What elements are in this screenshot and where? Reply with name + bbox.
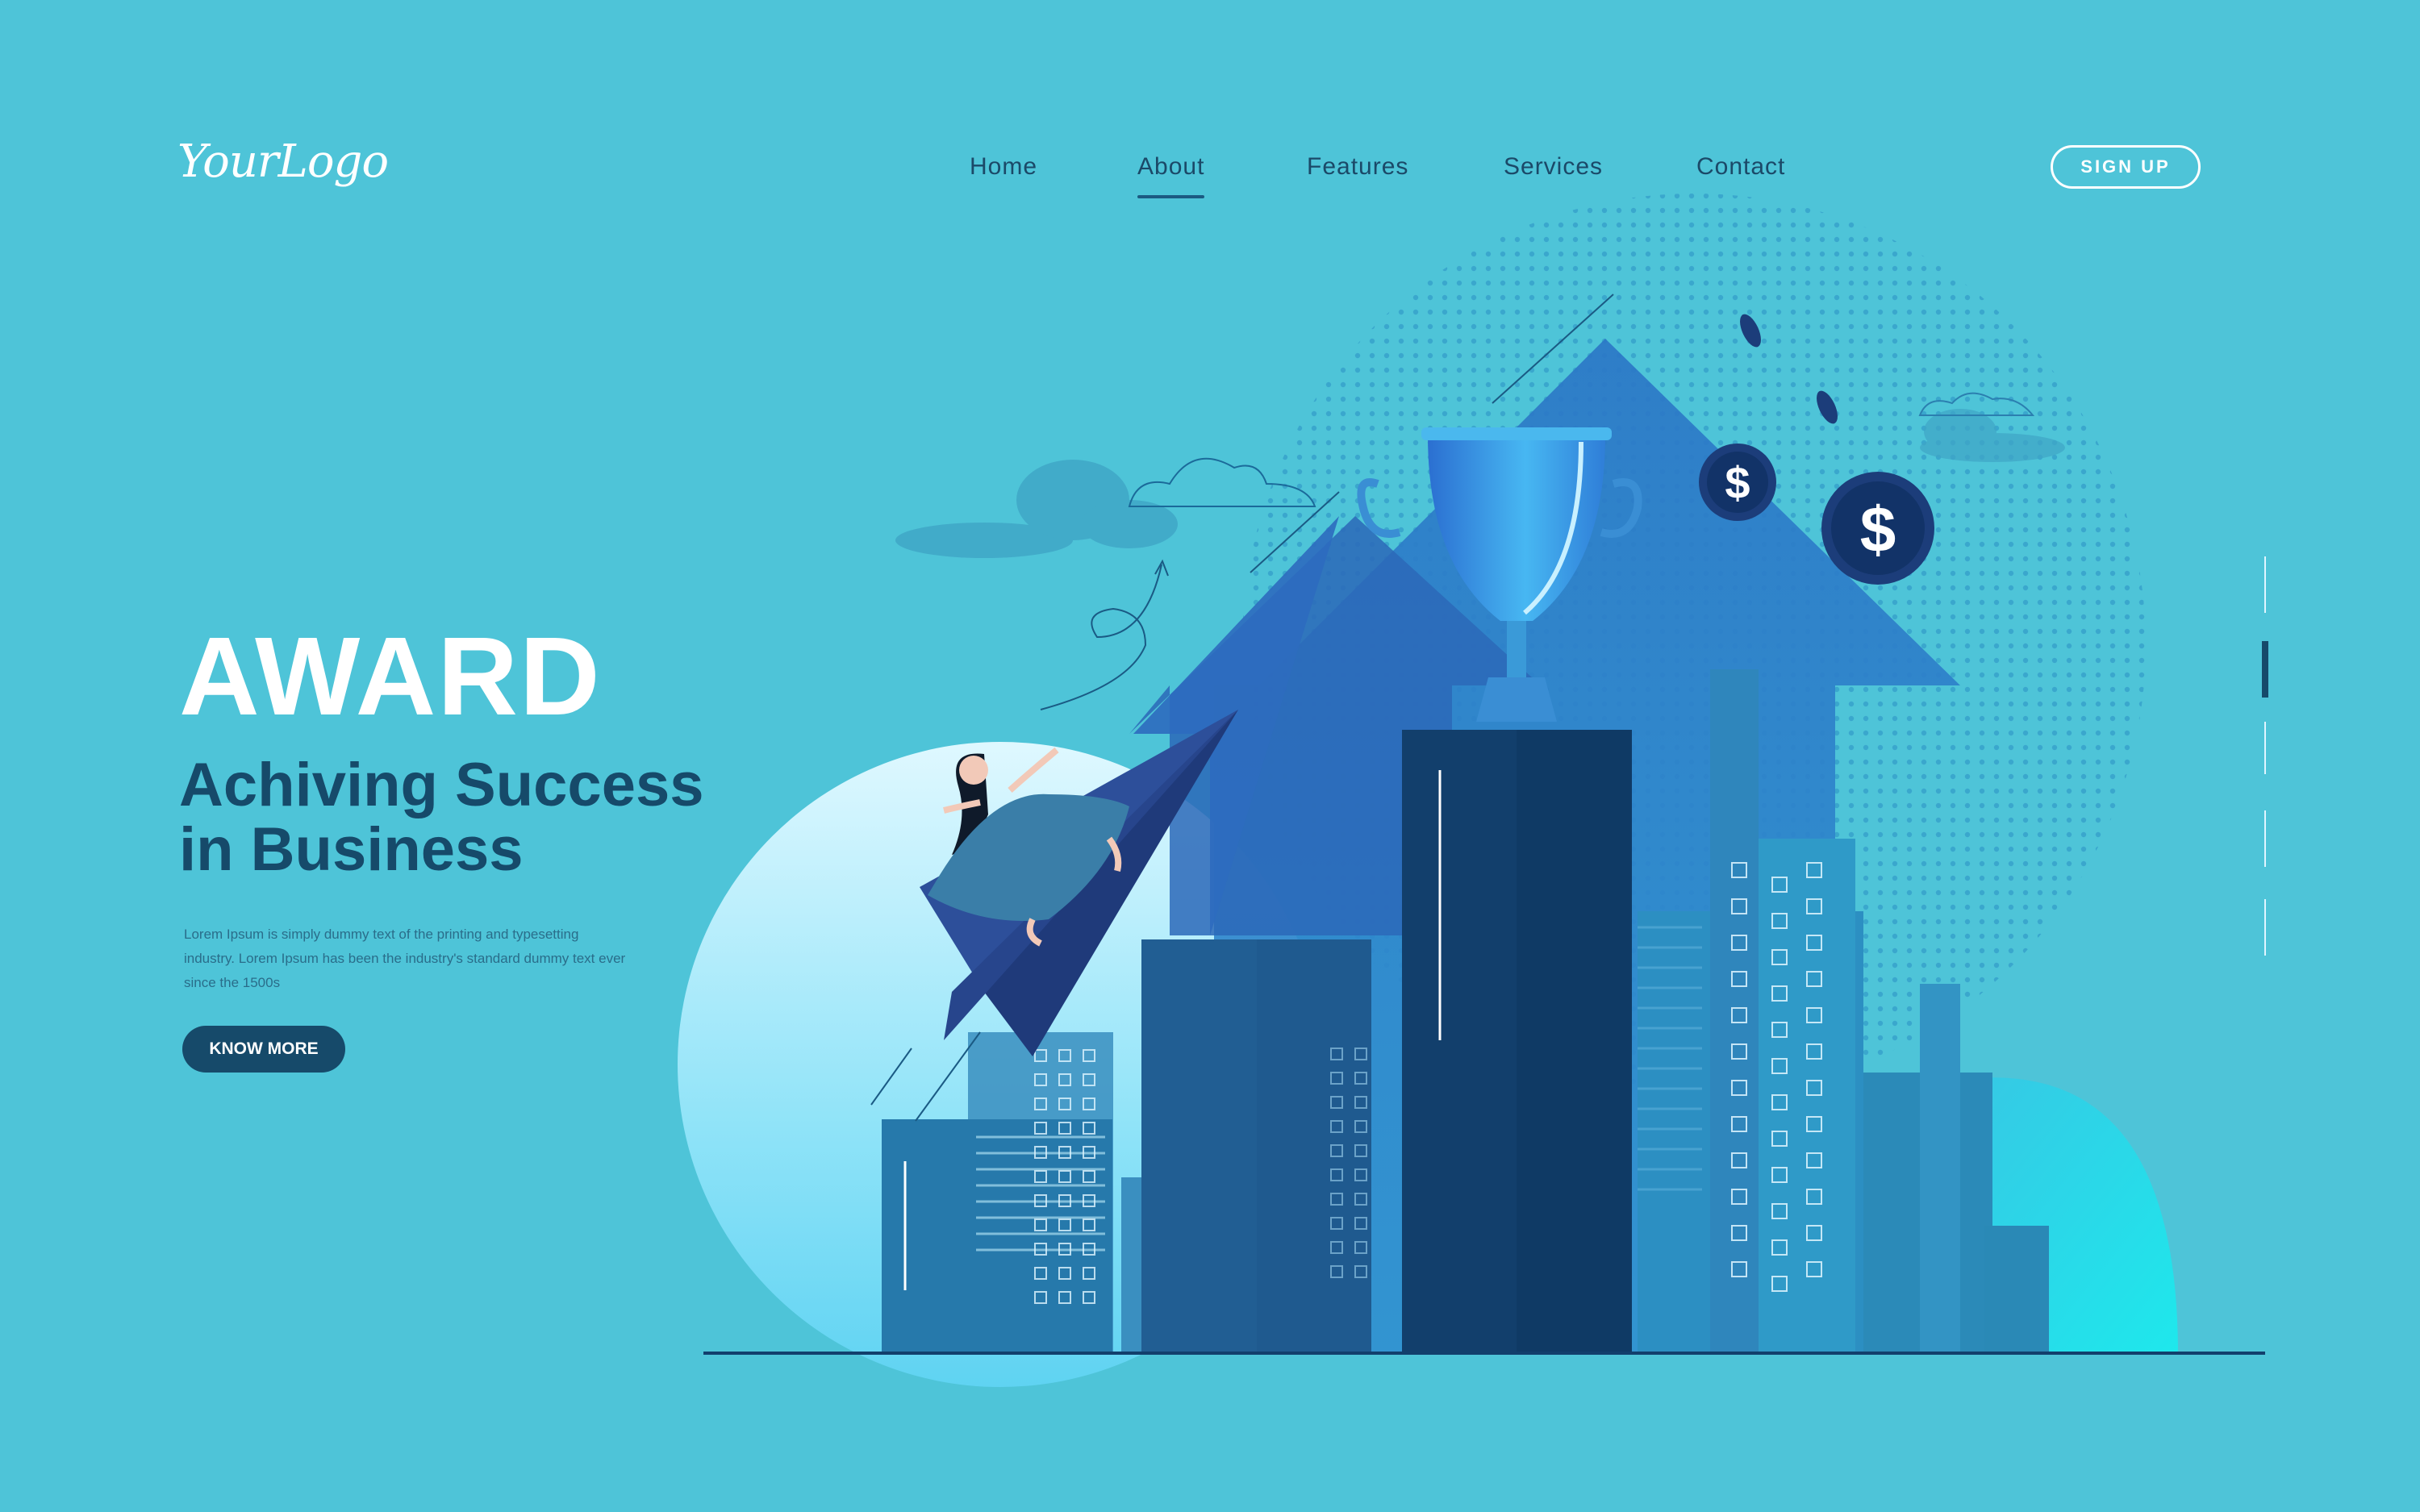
hero-body-text: Lorem Ipsum is simply dummy text of the … (184, 923, 652, 995)
svg-text:$: $ (1860, 494, 1896, 565)
hero-subtitle-line2: in Business (179, 815, 524, 884)
dollar-coin-icon: $ (1699, 444, 1776, 521)
hero-body-line1: Lorem Ipsum is simply dummy text of the … (184, 927, 579, 942)
hero-subtitle: Achiving Success in Business (179, 753, 776, 882)
dollar-coin-icon: $ (1821, 472, 1934, 585)
hero-body-line3: since the 1500s (184, 975, 281, 990)
svg-text:$: $ (1725, 457, 1750, 508)
know-more-button[interactable]: KNOW MORE (182, 1026, 345, 1073)
bar-building-left (882, 1119, 1112, 1355)
slide-indicator[interactable] (2260, 556, 2270, 960)
hero-subtitle-line1: Achiving Success (179, 751, 704, 819)
hero-title: AWARD (179, 614, 602, 739)
arrow-head-icon (1154, 559, 1169, 577)
cloud-icon (895, 460, 1178, 558)
hero-body-line2: industry. Lorem Ipsum has been the indus… (184, 951, 626, 966)
